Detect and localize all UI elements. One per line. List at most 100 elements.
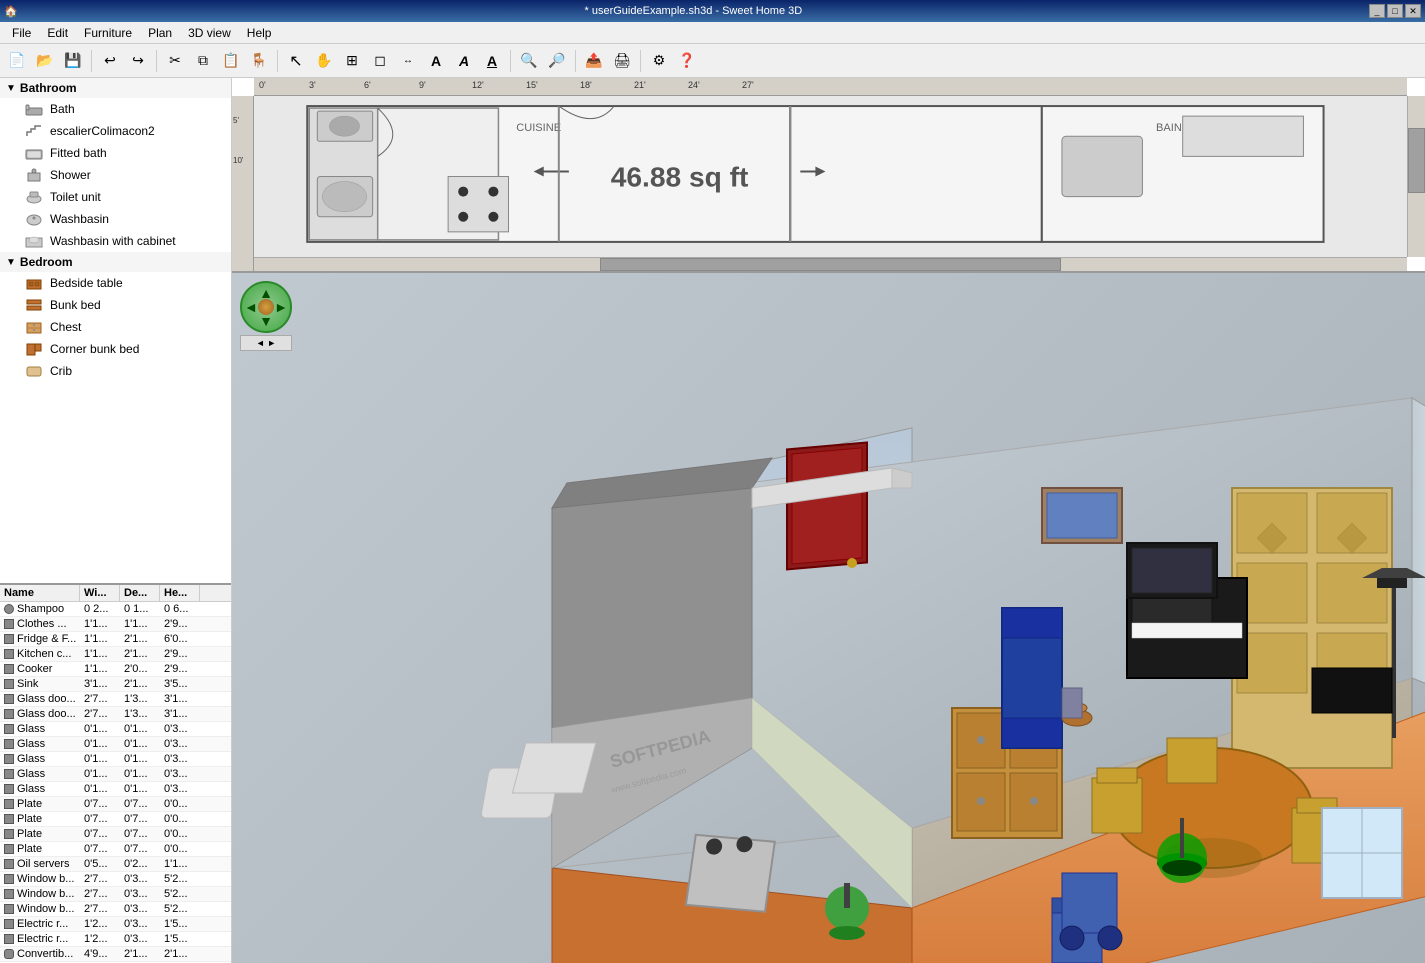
furniture-tree: ▼ Bathroom Bath escalierColimacon2 Fitt <box>0 78 231 583</box>
table-row[interactable]: Plate 0'7... 0'7... 0'0... <box>0 812 231 827</box>
undo-button[interactable]: ↩ <box>97 48 123 74</box>
import-button[interactable]: 🪑 <box>246 48 272 74</box>
cell-height: 0'3... <box>160 752 200 766</box>
table-row[interactable]: Window b... 2'7... 0'3... 5'2... <box>0 902 231 917</box>
tree-item-chest[interactable]: Chest <box>0 316 231 338</box>
cell-name: Sink <box>0 677 80 691</box>
zoom-out-button[interactable]: 🔎 <box>544 48 570 74</box>
redo-button[interactable]: ↪ <box>125 48 151 74</box>
table-row[interactable]: Glass 0'1... 0'1... 0'3... <box>0 752 231 767</box>
tree-item-bath[interactable]: Bath <box>0 98 231 120</box>
create-rooms-button[interactable]: ◻ <box>367 48 393 74</box>
col-width[interactable]: Wi... <box>80 585 120 601</box>
cell-height: 1'1... <box>160 857 200 871</box>
nav-right[interactable]: ► <box>274 299 288 315</box>
tree-item-bunk-bed[interactable]: Bunk bed <box>0 294 231 316</box>
table-row[interactable]: Convertib... 4'9... 2'1... 2'1... <box>0 947 231 962</box>
tree-item-crib[interactable]: Crib <box>0 360 231 382</box>
paste-button[interactable]: 📋 <box>218 48 244 74</box>
tree-item-washbasin[interactable]: Washbasin <box>0 208 231 230</box>
plan-scrollbar-v[interactable] <box>1407 96 1425 257</box>
scrollbar-h-thumb[interactable] <box>600 258 1061 271</box>
table-row[interactable]: Window b... 2'7... 0'3... 5'2... <box>0 872 231 887</box>
preferences-button[interactable]: ⚙ <box>646 48 672 74</box>
bathroom-arrow: ▼ <box>6 83 16 94</box>
tree-item-corner-bunk-bed[interactable]: Corner bunk bed <box>0 338 231 360</box>
table-row[interactable]: Glass doo... 2'7... 1'3... 3'1... <box>0 707 231 722</box>
col-name[interactable]: Name <box>0 585 80 601</box>
maximize-button[interactable]: □ <box>1387 4 1403 18</box>
table-row[interactable]: Electric r... 1'2... 0'3... 1'5... <box>0 932 231 947</box>
cell-width: 1'2... <box>80 917 120 931</box>
menu-file[interactable]: File <box>4 24 39 42</box>
menu-edit[interactable]: Edit <box>39 24 76 42</box>
menu-furniture[interactable]: Furniture <box>76 24 140 42</box>
nav-left[interactable]: ◄ <box>244 299 258 315</box>
new-button[interactable]: 📄 <box>4 48 30 74</box>
create-dimension-button[interactable]: ↔ <box>395 48 421 74</box>
tree-item-toilet[interactable]: Toilet unit <box>0 186 231 208</box>
cell-name: Glass <box>0 752 80 766</box>
plan-view[interactable]: 0' 3' 6' 9' 12' 15' 18' 21' 24' 27' 5' 1… <box>232 78 1425 273</box>
plan-scrollbar-h[interactable] <box>254 257 1407 271</box>
table-row[interactable]: Clothes ... 1'1... 1'1... 2'9... <box>0 617 231 632</box>
table-row[interactable]: Plate 0'7... 0'7... 0'0... <box>0 827 231 842</box>
export-to-svg-button[interactable]: 📤 <box>581 48 607 74</box>
create-text3-button[interactable]: A <box>479 48 505 74</box>
table-row[interactable]: Glass 0'1... 0'1... 0'3... <box>0 767 231 782</box>
table-row[interactable]: Glass 0'1... 0'1... 0'3... <box>0 722 231 737</box>
tree-item-escalier[interactable]: escalierColimacon2 <box>0 120 231 142</box>
cut-button[interactable]: ✂ <box>162 48 188 74</box>
view-3d[interactable]: SOFTPEDIA www.softpedia.com ▲ ▼ ◄ ► ◄ ► <box>232 273 1425 963</box>
table-row[interactable]: Electric r... 1'2... 0'3... 1'5... <box>0 917 231 932</box>
nav-down[interactable]: ▼ <box>259 313 273 329</box>
table-row[interactable]: Fridge & F... 1'1... 2'1... 6'0... <box>0 632 231 647</box>
table-row[interactable]: Glass 0'1... 0'1... 0'3... <box>0 782 231 797</box>
tree-item-bedside-table[interactable]: Bedside table <box>0 272 231 294</box>
table-row[interactable]: Sink 3'1... 2'1... 3'5... <box>0 677 231 692</box>
tree-item-washbasin-cabinet[interactable]: Washbasin with cabinet <box>0 230 231 252</box>
pan-button[interactable]: ✋ <box>311 48 337 74</box>
help-button[interactable]: ❓ <box>674 48 700 74</box>
menu-bar: File Edit Furniture Plan 3D view Help <box>0 22 1425 44</box>
cell-depth: 2'1... <box>120 677 160 691</box>
col-height[interactable]: He... <box>160 585 200 601</box>
col-depth[interactable]: De... <box>120 585 160 601</box>
menu-plan[interactable]: Plan <box>140 24 180 42</box>
tree-item-shower[interactable]: Shower <box>0 164 231 186</box>
tree-item-fitted-bath[interactable]: Fitted bath <box>0 142 231 164</box>
row-icon <box>4 844 14 854</box>
select-button[interactable]: ↖ <box>283 48 309 74</box>
table-row[interactable]: Plate 0'7... 0'7... 0'0... <box>0 797 231 812</box>
plan-canvas[interactable]: CUISINE BAINS 46.88 sq ft <box>254 96 1407 257</box>
nav-widget[interactable]: ▲ ▼ ◄ ► ◄ ► <box>240 281 292 333</box>
close-button[interactable]: ✕ <box>1405 4 1421 18</box>
category-bedroom[interactable]: ▼ Bedroom <box>0 252 231 272</box>
cell-name: Fridge & F... <box>0 632 80 646</box>
cell-depth: 0'3... <box>120 887 160 901</box>
table-row[interactable]: Oil servers 0'5... 0'2... 1'1... <box>0 857 231 872</box>
copy-button[interactable]: ⧉ <box>190 48 216 74</box>
nav-up[interactable]: ▲ <box>259 285 273 301</box>
table-row[interactable]: Glass 0'1... 0'1... 0'3... <box>0 737 231 752</box>
right-area: 0' 3' 6' 9' 12' 15' 18' 21' 24' 27' 5' 1… <box>232 78 1425 963</box>
menu-3dview[interactable]: 3D view <box>180 24 239 42</box>
table-row[interactable]: Window b... 2'7... 0'3... 5'2... <box>0 887 231 902</box>
create-walls-button[interactable]: ⊞ <box>339 48 365 74</box>
category-bathroom[interactable]: ▼ Bathroom <box>0 78 231 98</box>
table-row[interactable]: Glass doo... 2'7... 1'3... 3'1... <box>0 692 231 707</box>
table-row[interactable]: Plate 0'7... 0'7... 0'0... <box>0 842 231 857</box>
table-row[interactable]: Cooker 1'1... 2'0... 2'9... <box>0 662 231 677</box>
table-row[interactable]: Shampoo 0 2... 0 1... 0 6... <box>0 602 231 617</box>
menu-help[interactable]: Help <box>239 24 280 42</box>
print-button[interactable]: 🖨 <box>609 48 635 74</box>
window-controls: _ □ ✕ <box>1369 4 1421 18</box>
create-text-button[interactable]: A <box>423 48 449 74</box>
save-button[interactable]: 💾 <box>60 48 86 74</box>
table-row[interactable]: Kitchen c... 1'1... 2'1... 2'9... <box>0 647 231 662</box>
zoom-in-button[interactable]: 🔍 <box>516 48 542 74</box>
minimize-button[interactable]: _ <box>1369 4 1385 18</box>
create-text2-button[interactable]: A <box>451 48 477 74</box>
scrollbar-v-thumb[interactable] <box>1408 128 1425 192</box>
open-button[interactable]: 📂 <box>32 48 58 74</box>
